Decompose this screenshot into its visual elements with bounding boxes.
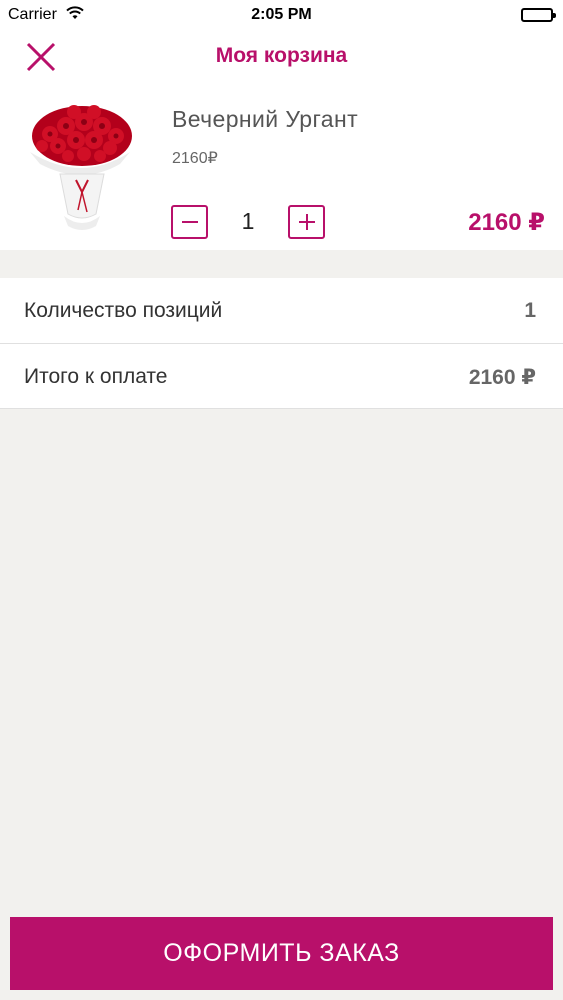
summary-row-item-count: Количество позиций 1 [0,278,563,343]
item-total-price: 2160 ₽ [468,209,545,236]
plus-icon [299,214,315,230]
cart-item: Вечерний Ургант 2160₽ 1 2160 ₽ [0,86,563,250]
checkout-button[interactable]: ОФОРМИТЬ ЗАКАЗ [10,917,553,990]
decrease-quantity-button[interactable] [171,205,208,239]
increase-quantity-button[interactable] [288,205,325,239]
product-name: Вечерний Ургант [172,106,359,132]
summary-label: Количество позиций [24,299,223,322]
page-title: Моя корзина [215,44,348,67]
product-unit-price: 2160₽ [172,150,218,167]
summary-row-total: Итого к оплате 2160 ₽ [0,343,563,408]
nav-bar: Моя корзина [0,30,563,86]
summary-label: Итого к оплате [24,365,168,388]
status-time: 2:05 PM [251,6,312,23]
product-image[interactable] [22,94,142,236]
summary-value: 1 [524,299,536,322]
status-bar: Carrier 2:05 PM [0,0,563,30]
quantity-value: 1 [241,208,255,234]
order-summary: Количество позиций 1 Итого к оплате 2160… [0,278,563,409]
minus-icon [182,221,198,223]
battery-icon [521,8,556,22]
summary-value: 2160 ₽ [468,366,536,389]
